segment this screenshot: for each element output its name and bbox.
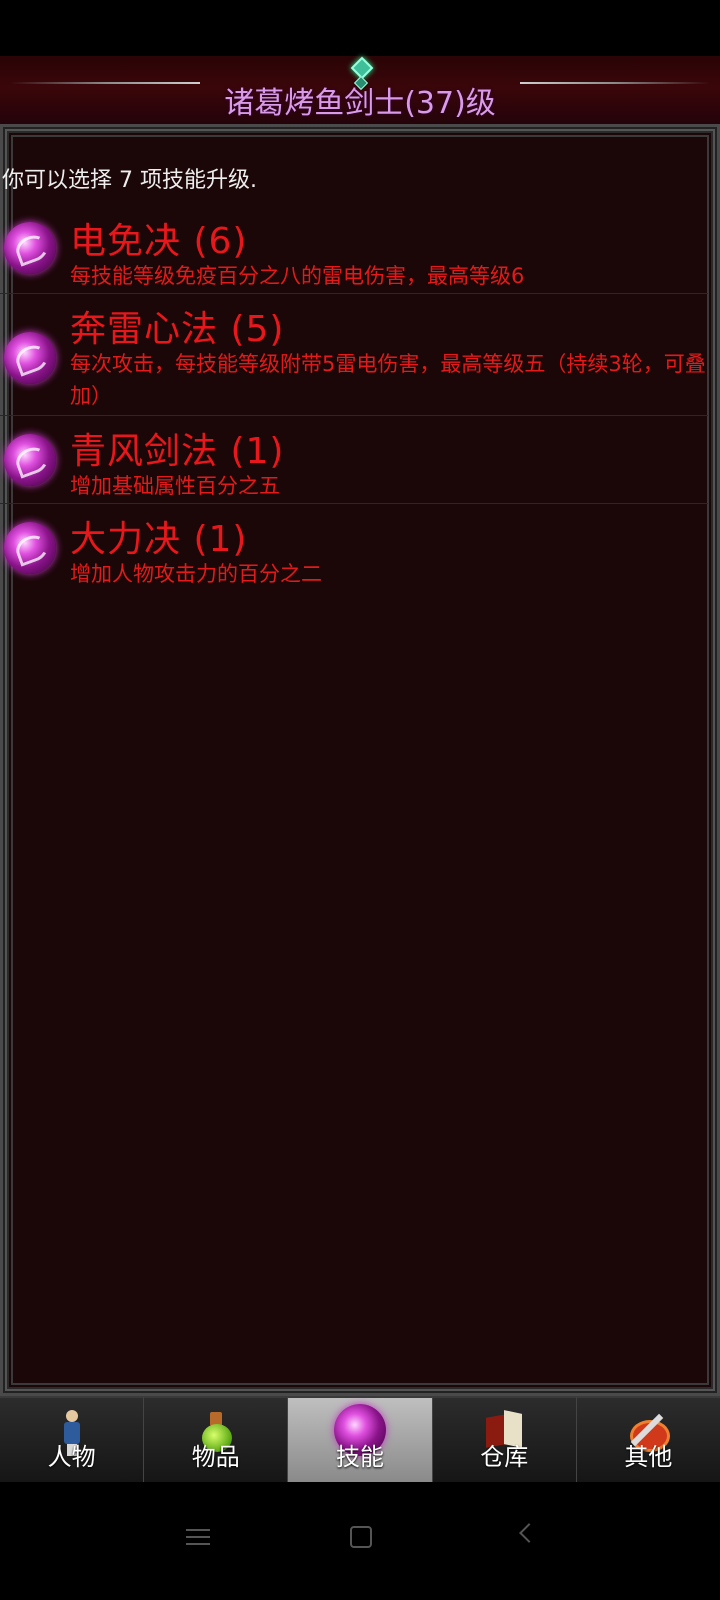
back-icon[interactable] bbox=[519, 1523, 539, 1543]
system-nav-bar bbox=[0, 1482, 720, 1600]
home-icon[interactable] bbox=[350, 1526, 372, 1548]
skill-orb-icon bbox=[4, 222, 56, 274]
tab-label: 人物 bbox=[47, 1443, 96, 1471]
tab-other[interactable]: 其他 bbox=[576, 1396, 720, 1482]
skill-description: 增加基础属性百分之五 bbox=[70, 474, 280, 498]
status-bar bbox=[0, 0, 720, 56]
bottom-tab-bar: 人物 物品 技能 仓库 其他 bbox=[0, 1396, 720, 1482]
menu-icon[interactable] bbox=[186, 1524, 210, 1550]
skill-item[interactable]: 电免决 (6) 每技能等级免疫百分之八的雷电伤害，最高等级6 bbox=[0, 210, 708, 294]
skill-orb-icon bbox=[4, 522, 56, 574]
skill-item[interactable]: 青风剑法 (1) 增加基础属性百分之五 bbox=[0, 416, 708, 504]
skill-orb-icon bbox=[4, 332, 56, 384]
tab-label: 物品 bbox=[191, 1443, 240, 1471]
skill-description: 增加人物攻击力的百分之二 bbox=[70, 562, 322, 586]
skill-description: 每技能等级免疫百分之八的雷电伤害，最高等级6 bbox=[70, 264, 525, 288]
skill-orb-icon bbox=[4, 434, 56, 486]
skill-item[interactable]: 奔雷心法 (5) 每次攻击，每技能等级附带5雷电伤害，最高等级五（持续3轮，可叠… bbox=[0, 294, 708, 416]
skill-list: 电免决 (6) 每技能等级免疫百分之八的雷电伤害，最高等级6 奔雷心法 (5) … bbox=[0, 210, 708, 592]
skill-points-info: 你可以选择 7 项技能升级. bbox=[2, 168, 257, 193]
skill-name: 青风剑法 (1) bbox=[70, 431, 285, 472]
tab-skills[interactable]: 技能 bbox=[288, 1396, 433, 1482]
skill-name: 大力决 (1) bbox=[70, 519, 248, 560]
tab-character[interactable]: 人物 bbox=[0, 1396, 145, 1482]
page-title: 诸葛烤鱼剑士(37)级 bbox=[224, 86, 496, 121]
title-banner: 诸葛烤鱼剑士(37)级 bbox=[0, 56, 720, 126]
tab-label: 其他 bbox=[624, 1443, 673, 1471]
tab-items[interactable]: 物品 bbox=[144, 1396, 289, 1482]
skill-description: 每次攻击，每技能等级附带5雷电伤害，最高等级五（持续3轮，可叠加） bbox=[70, 352, 706, 408]
gem-ornament-icon bbox=[350, 56, 374, 80]
tab-label: 技能 bbox=[336, 1443, 384, 1471]
skill-item[interactable]: 大力决 (1) 增加人物攻击力的百分之二 bbox=[0, 504, 708, 592]
skill-name: 奔雷心法 (5) bbox=[70, 309, 285, 350]
tab-warehouse[interactable]: 仓库 bbox=[432, 1396, 577, 1482]
skill-name: 电免决 (6) bbox=[70, 221, 248, 262]
tab-label: 仓库 bbox=[480, 1443, 529, 1471]
